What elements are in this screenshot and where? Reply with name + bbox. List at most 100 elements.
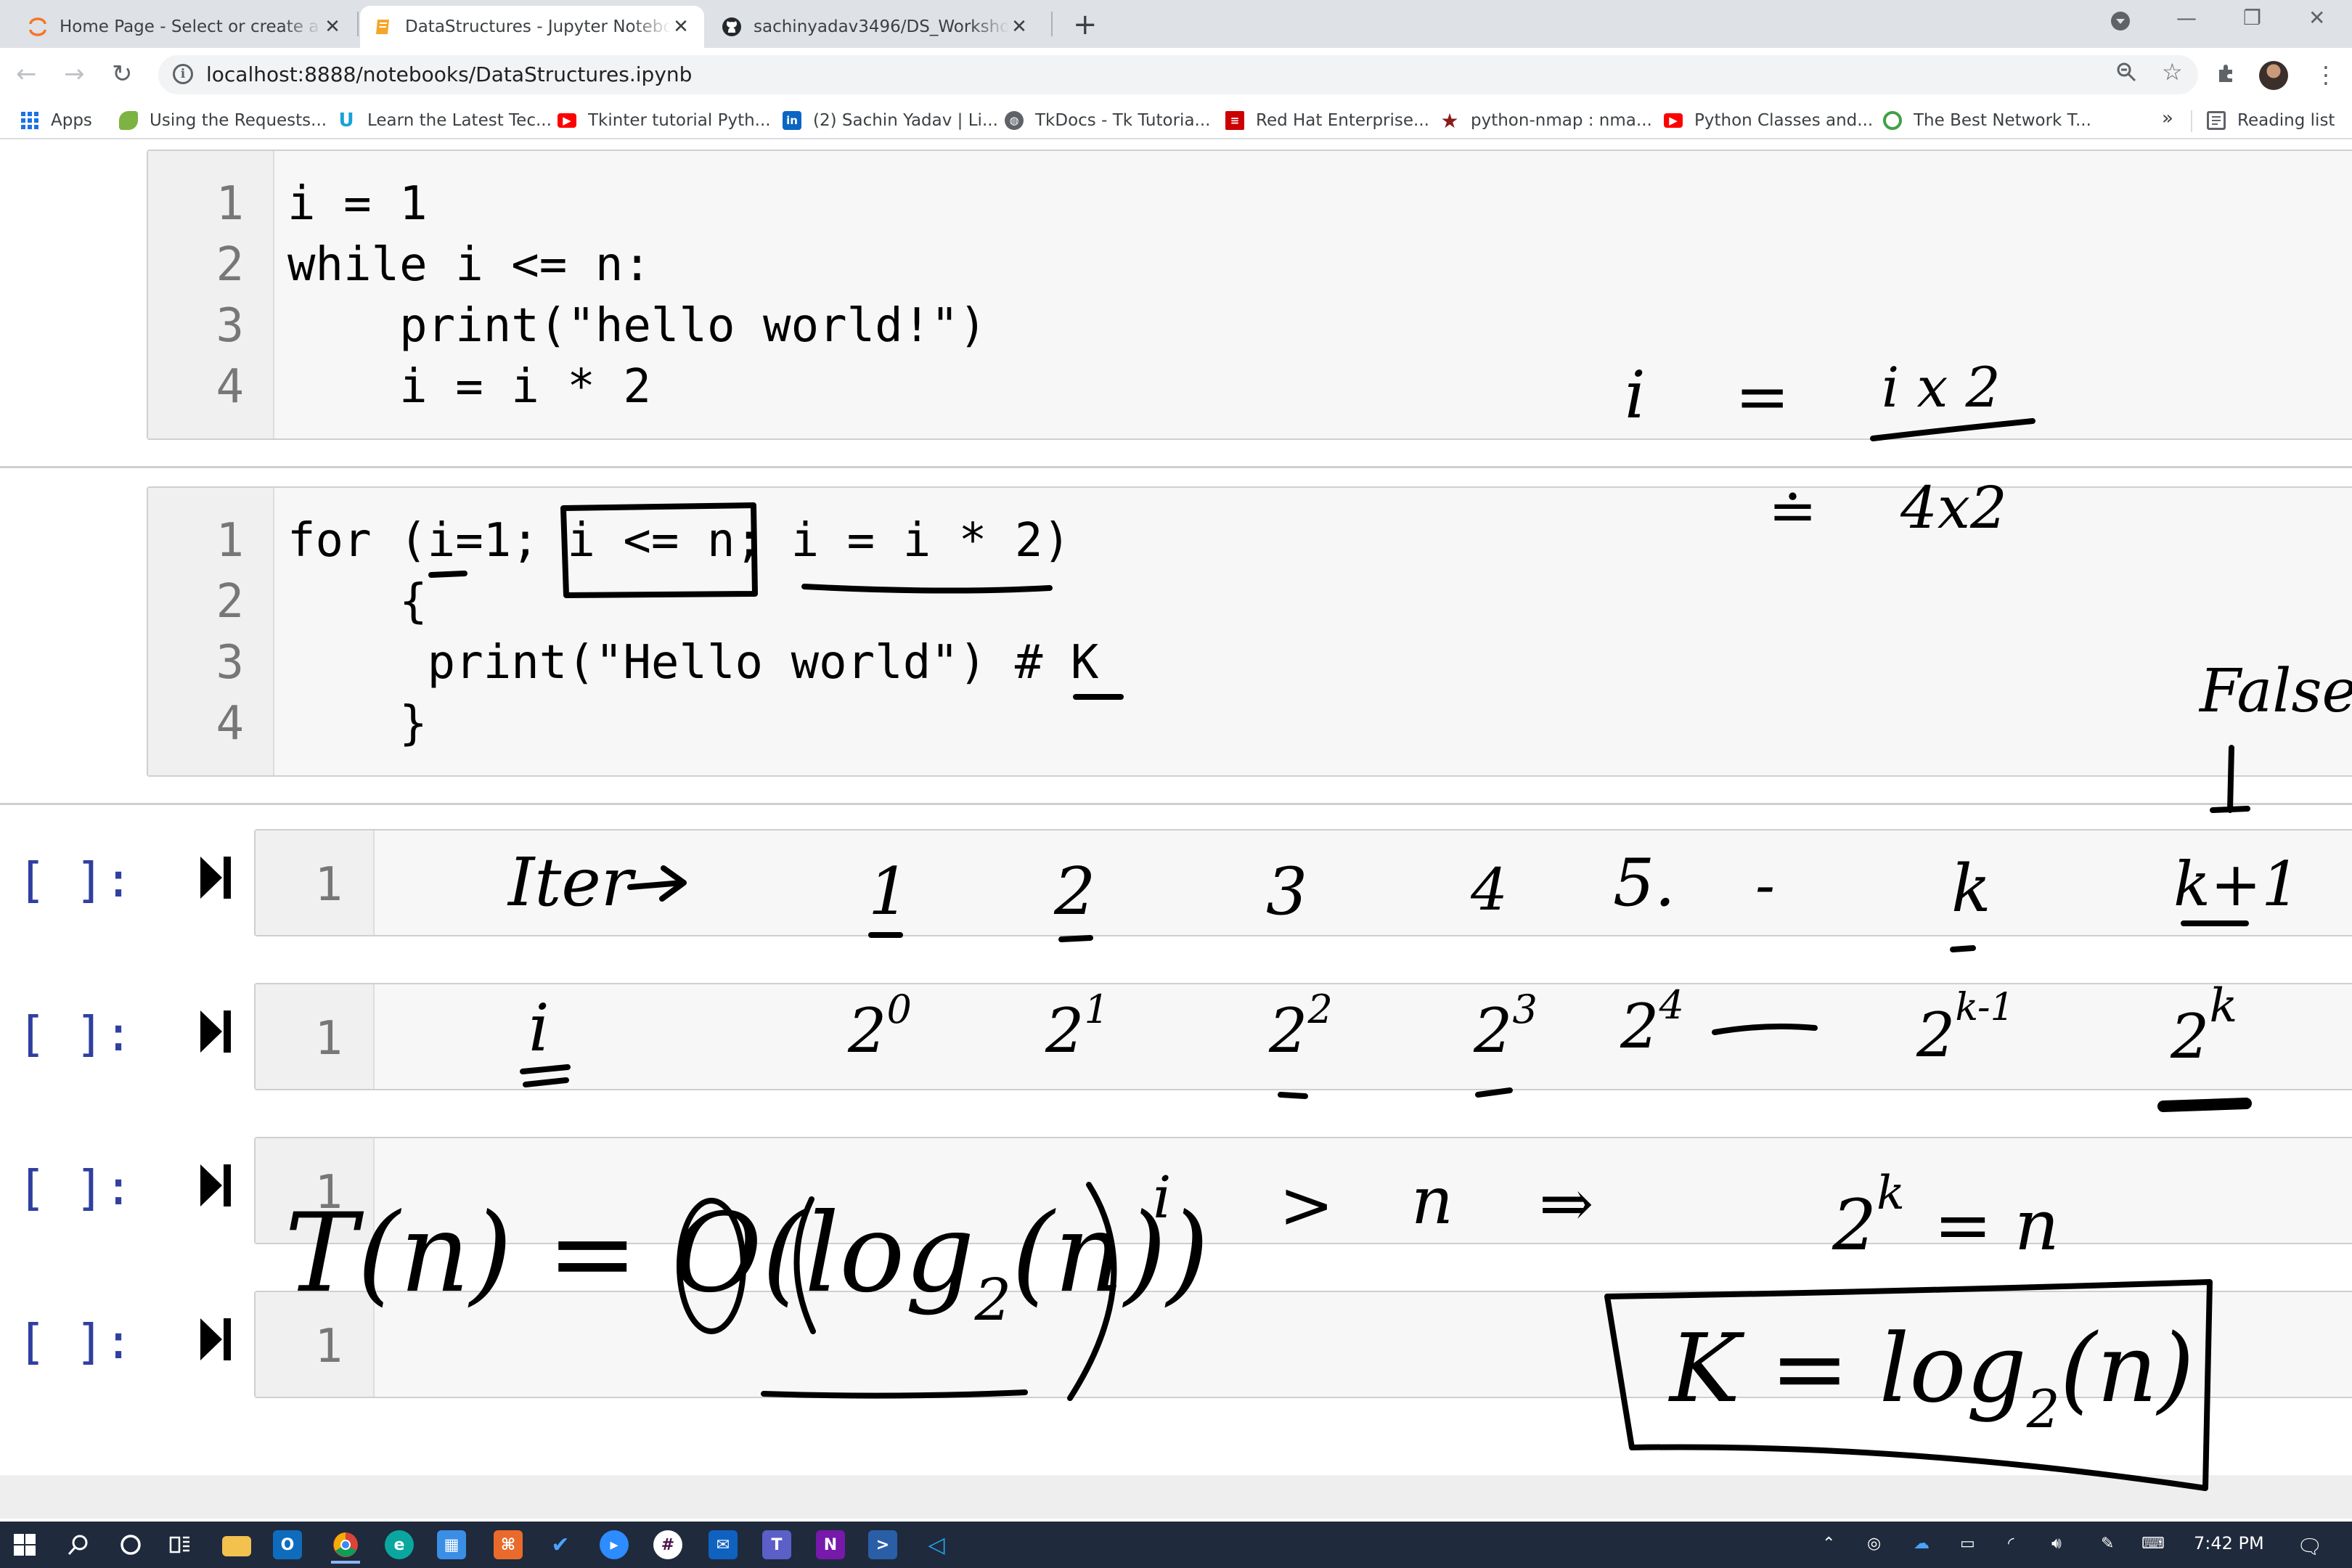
todo-icon[interactable]: ✔	[546, 1530, 575, 1559]
chrome-icon[interactable]	[331, 1529, 360, 1564]
code-line[interactable]: for (i=1; i <= n; i = i * 2)	[287, 514, 1071, 568]
github-icon	[722, 17, 742, 37]
tab-title: sachinyadav3496/DS_Workshop	[754, 17, 1009, 36]
site-info-icon[interactable]: i	[173, 64, 193, 84]
reload-button[interactable]: ↻	[112, 58, 133, 90]
tab-github[interactable]: sachinyadav3496/DS_Workshop ✕	[709, 6, 1042, 48]
zoom-icon[interactable]	[2115, 61, 2137, 87]
bookmark-udemy[interactable]: U Learn the Latest Tec...	[337, 106, 551, 135]
line-number: 1	[216, 514, 244, 568]
bookmark-star-icon[interactable]: ☆	[2162, 60, 2183, 84]
ink-exponent: 4	[1659, 982, 1684, 1028]
ink-iter-k: k	[1951, 851, 1991, 927]
zoom-app-icon[interactable]: ▸	[600, 1530, 629, 1559]
line-number: 1	[314, 858, 343, 912]
run-cell-icon[interactable]	[197, 1160, 234, 1211]
url-text[interactable]: localhost:8888/notebooks/DataStructures.…	[206, 62, 692, 86]
tab-home-page[interactable]: Home Page - Select or create a n ✕	[15, 6, 356, 48]
ink-iter-2: 2	[1054, 854, 1096, 930]
ink-base: 2	[1269, 995, 1308, 1066]
onedrive-icon[interactable]: ☁	[1914, 1535, 1930, 1553]
line-number: 1	[314, 1012, 343, 1066]
battery-icon[interactable]: ▭	[1960, 1535, 1975, 1553]
show-hidden-icons[interactable]: ⌃	[1822, 1535, 1835, 1553]
star-badge-icon: ★	[1440, 108, 1459, 133]
bookmark-network[interactable]: The Best Network T...	[1883, 106, 2091, 135]
ink-base: 2	[1045, 995, 1085, 1066]
ink-base: 2	[1832, 1185, 1877, 1266]
new-tab-button[interactable]: +	[1073, 10, 1098, 39]
vscode-icon[interactable]: ◁	[922, 1530, 951, 1559]
bookmark-apps[interactable]: Apps	[20, 106, 92, 135]
back-button[interactable]: ←	[16, 58, 37, 90]
code-line[interactable]: i = i * 2	[287, 360, 651, 414]
notifications-icon[interactable]: 🗨︎	[2297, 1535, 2323, 1559]
code-line[interactable]: print("hello world!")	[287, 299, 987, 353]
cortana-icon[interactable]	[116, 1530, 145, 1559]
close-tab-icon[interactable]: ✕	[671, 16, 691, 38]
notebook-icon	[373, 17, 393, 37]
office-icon[interactable]: ⌘	[494, 1530, 523, 1559]
code-line[interactable]: {	[287, 575, 428, 629]
tab-datastructures[interactable]: DataStructures - Jupyter Notebo ✕	[360, 6, 704, 48]
ink-iter-k-plus-1: k+1	[2173, 849, 2300, 920]
profile-avatar[interactable]	[2259, 61, 2288, 90]
run-cell-icon[interactable]	[197, 852, 234, 903]
code-line[interactable]: print("Hello world") # K	[287, 636, 1099, 690]
code-line[interactable]: }	[287, 697, 428, 751]
teams-icon[interactable]: T	[762, 1530, 791, 1559]
bookmark-linkedin[interactable]: in (2) Sachin Yadav | Li...	[783, 106, 998, 135]
code-cell-2[interactable]: 1 2 3 4 for (i=1; i <= n; i = i * 2) { p…	[147, 486, 2352, 777]
line-number: 4	[216, 697, 244, 751]
file-explorer-icon[interactable]	[222, 1536, 251, 1556]
slack-icon[interactable]: #	[653, 1530, 682, 1559]
menu-icon[interactable]: ⋮	[2314, 62, 2337, 87]
browser-toolbar: ← → ↻ i localhost:8888/notebooks/DataStr…	[0, 48, 2352, 102]
address-bar[interactable]: i localhost:8888/notebooks/DataStructure…	[158, 55, 2198, 94]
meet-now-icon[interactable]: ◎	[1867, 1535, 1881, 1553]
close-tab-icon[interactable]: ✕	[1009, 16, 1029, 38]
bookmark-label: (2) Sachin Yadav | Li...	[813, 111, 998, 130]
more-bookmarks-button[interactable]: »	[2162, 107, 2173, 129]
close-tab-icon[interactable]: ✕	[322, 16, 343, 38]
bookmark-redhat[interactable]: ≡ Red Hat Enterprise...	[1225, 106, 1429, 135]
close-window-button[interactable]: ✕	[2308, 6, 2325, 30]
bookmark-tkdocs[interactable]: ◍ TkDocs - Tk Tutoria...	[1005, 106, 1210, 135]
powershell-icon[interactable]: >	[868, 1530, 897, 1559]
minimize-button[interactable]: —	[2176, 6, 2197, 30]
ink-exponent: k	[2209, 979, 2238, 1033]
bookmark-nmap[interactable]: ★ python-nmap : nma...	[1440, 106, 1651, 135]
store-icon[interactable]: ▦	[437, 1530, 466, 1559]
ink-power-2-1: 21	[1045, 990, 1109, 1062]
run-cell-icon[interactable]	[197, 1006, 234, 1057]
mail-icon[interactable]: ✉	[709, 1530, 738, 1559]
wifi-icon[interactable]: ◜	[2008, 1535, 2014, 1553]
code-line[interactable]: while i <= n:	[287, 238, 651, 292]
bookmark-tkinter[interactable]: ▶ Tkinter tutorial Pyth...	[558, 106, 771, 135]
line-number: 1	[314, 1320, 343, 1373]
udemy-icon: U	[338, 110, 354, 131]
windows-start-icon[interactable]	[10, 1530, 39, 1559]
profile-menu-icon[interactable]	[2110, 10, 2131, 37]
pen-icon[interactable]: ✎	[2101, 1535, 2114, 1553]
reading-list-button[interactable]: Reading list	[2207, 106, 2335, 135]
task-view-icon[interactable]	[166, 1530, 195, 1559]
taskbar-clock[interactable]: 7:42 PM	[2194, 1533, 2264, 1553]
forward-button[interactable]: →	[64, 58, 85, 90]
restore-button[interactable]: ❐	[2243, 6, 2261, 30]
code-line[interactable]: i = 1	[287, 177, 428, 231]
globe-icon: ◍	[1005, 111, 1024, 130]
volume-icon[interactable]: 🔊︎	[2051, 1535, 2062, 1553]
bookmark-requests[interactable]: Using the Requests...	[119, 106, 327, 135]
search-icon[interactable]	[64, 1530, 93, 1559]
extensions-icon[interactable]	[2216, 62, 2237, 89]
keyboard-icon[interactable]: ⌨	[2141, 1535, 2165, 1553]
code-cell-1[interactable]: 1 2 3 4 i = 1 while i <= n: print("hello…	[147, 150, 2352, 440]
onenote-icon[interactable]: N	[816, 1530, 845, 1559]
bookmark-python-classes[interactable]: ▶ Python Classes and...	[1664, 106, 1873, 135]
edge-icon[interactable]: e	[385, 1530, 414, 1559]
line-number-gutter: 1	[256, 830, 375, 935]
ink-exponent: 3	[1512, 987, 1538, 1032]
run-cell-icon[interactable]	[197, 1314, 234, 1365]
outlook-icon[interactable]: O	[273, 1530, 302, 1559]
